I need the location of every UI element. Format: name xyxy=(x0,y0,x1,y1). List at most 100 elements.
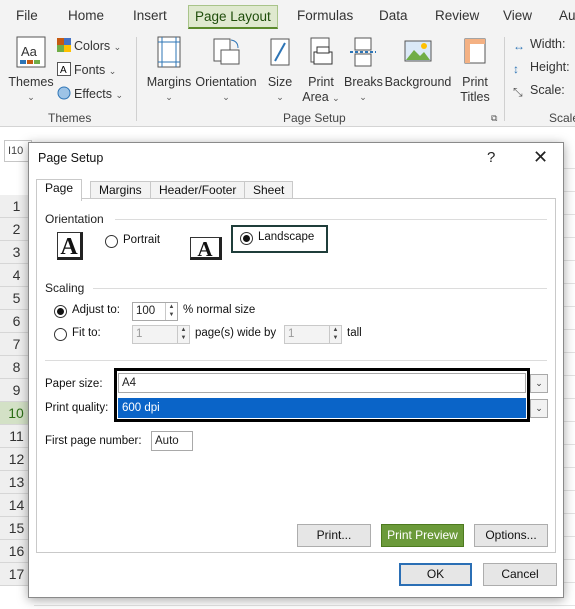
themes-icon: Aa xyxy=(16,36,46,68)
size-label: Size xyxy=(267,75,293,89)
svg-text:A: A xyxy=(60,65,67,76)
ok-button[interactable]: OK xyxy=(399,563,472,586)
chevron-down-icon[interactable]: ⌄ xyxy=(530,399,548,418)
print-button[interactable]: Print... xyxy=(297,524,371,547)
landscape-page-icon: A xyxy=(190,237,222,261)
orientation-label: Orientation xyxy=(195,75,257,89)
size-button[interactable]: Size ⌄ xyxy=(264,36,296,105)
themes-group-label: Themes xyxy=(48,111,92,125)
height-label: Height: xyxy=(530,60,570,74)
chevron-down-icon: ⌄ xyxy=(115,90,124,100)
fit-tall-value: 1 xyxy=(288,328,295,340)
portrait-radio[interactable] xyxy=(105,235,118,248)
landscape-radio[interactable] xyxy=(240,232,253,245)
tab-data[interactable]: Data xyxy=(373,5,414,29)
scale-icon: ⤡ xyxy=(513,85,523,99)
print-area-button[interactable]: Print Area ⌄ xyxy=(300,36,342,106)
landscape-label[interactable]: Landscape xyxy=(258,231,314,243)
themes-button[interactable]: Aa Themes ⌄ xyxy=(8,36,54,105)
pages-wide-label: page(s) wide by xyxy=(195,327,277,339)
paper-quality-highlight xyxy=(114,368,530,422)
print-area-label-1: Print xyxy=(308,75,334,89)
portrait-page-icon: A xyxy=(57,232,83,260)
scale-control[interactable]: ⤡ Scale: xyxy=(513,80,565,100)
fit-wide-stepper[interactable]: 1 ▲ ▼ xyxy=(132,325,190,344)
chevron-down-icon: ⌄ xyxy=(113,42,122,52)
dialog-launcher-icon[interactable]: ⧉ xyxy=(491,113,497,124)
group-separator xyxy=(136,37,137,121)
breaks-icon xyxy=(350,37,376,67)
divider xyxy=(45,360,547,361)
first-page-number-label: First page number: xyxy=(45,435,142,447)
tab-review[interactable]: Review xyxy=(429,5,485,29)
adjust-to-radio[interactable] xyxy=(54,305,67,318)
dialog-title: Page Setup xyxy=(38,151,104,165)
orientation-section-label: Orientation xyxy=(45,212,104,226)
scale-label: Scale: xyxy=(530,83,565,97)
width-icon: ↔ xyxy=(513,39,525,53)
chevron-down-icon: ⌄ xyxy=(276,92,284,102)
orientation-button[interactable]: Orientation ⌄ xyxy=(194,36,258,105)
print-area-icon xyxy=(310,37,333,65)
chevron-down-icon[interactable]: ⌄ xyxy=(530,374,548,393)
fonts-icon: A xyxy=(57,62,71,76)
divider xyxy=(115,219,547,220)
spin-arrows-icon[interactable]: ▲ ▼ xyxy=(165,303,177,320)
fit-to-radio[interactable] xyxy=(54,328,67,341)
background-label: Background xyxy=(384,75,452,89)
tab-file[interactable]: File xyxy=(10,5,44,29)
chevron-down-icon: ⌄ xyxy=(165,92,173,102)
ribbon-tab-bar: File Home Insert Page Layout Formulas Da… xyxy=(0,0,575,31)
first-page-number-input[interactable]: Auto xyxy=(151,431,193,451)
tab-automate[interactable]: Au xyxy=(553,5,575,29)
page-tab-panel: Orientation A Portrait A Landscape Scali… xyxy=(36,198,556,553)
options-button[interactable]: Options... xyxy=(474,524,548,547)
portrait-label[interactable]: Portrait xyxy=(123,234,160,246)
page-setup-dialog: Page Setup ? ✕ Page Margins Header/Foote… xyxy=(28,142,564,598)
print-preview-button[interactable]: Print Preview xyxy=(381,524,464,547)
margins-label: Margins xyxy=(146,75,192,89)
page-setup-group-label: Page Setup xyxy=(283,111,346,125)
help-icon[interactable]: ? xyxy=(487,149,495,166)
spin-arrows-icon[interactable]: ▲ ▼ xyxy=(177,326,189,343)
colors-label: Colors xyxy=(74,39,111,53)
chevron-down-icon: ⌄ xyxy=(359,92,367,102)
themes-label: Themes xyxy=(8,75,54,89)
effects-button[interactable]: Effects ⌄ xyxy=(57,84,123,104)
print-area-label-2: Area xyxy=(302,90,329,104)
fonts-button[interactable]: A Fonts ⌄ xyxy=(57,60,116,80)
background-icon xyxy=(404,40,432,62)
tab-page[interactable]: Page xyxy=(36,179,83,201)
adjust-to-stepper[interactable]: 100 ▲ ▼ xyxy=(132,302,178,321)
colors-button[interactable]: Colors ⌄ xyxy=(57,36,121,56)
height-control[interactable]: ↕ Height: xyxy=(513,57,570,77)
print-titles-label-2: Titles xyxy=(460,90,490,104)
tab-view[interactable]: View xyxy=(497,5,538,29)
effects-icon xyxy=(57,86,71,100)
breaks-label: Breaks xyxy=(344,75,383,89)
tab-page-layout[interactable]: Page Layout xyxy=(188,5,278,29)
fit-tall-stepper[interactable]: 1 ▲ ▼ xyxy=(284,325,342,344)
print-titles-button[interactable]: Print Titles xyxy=(455,36,495,105)
size-icon xyxy=(270,38,290,66)
spin-arrows-icon[interactable]: ▲ ▼ xyxy=(329,326,341,343)
width-control[interactable]: ↔ Width: xyxy=(513,34,565,54)
chevron-down-icon: ⌄ xyxy=(222,92,230,102)
fit-to-label[interactable]: Fit to: xyxy=(72,327,101,339)
svg-text:Aa: Aa xyxy=(21,44,38,59)
background-button[interactable]: Background xyxy=(384,36,452,90)
scaling-section-label: Scaling xyxy=(45,281,85,295)
close-icon[interactable]: ✕ xyxy=(533,147,548,168)
margins-button[interactable]: Margins ⌄ xyxy=(146,36,192,105)
fit-wide-value: 1 xyxy=(136,328,143,340)
tab-formulas[interactable]: Formulas xyxy=(291,5,359,29)
cancel-button[interactable]: Cancel xyxy=(483,563,557,586)
tab-insert[interactable]: Insert xyxy=(127,5,173,29)
tab-home[interactable]: Home xyxy=(62,5,110,29)
print-titles-label-1: Print xyxy=(462,75,488,89)
breaks-button[interactable]: Breaks ⌄ xyxy=(344,36,383,105)
print-quality-label: Print quality: xyxy=(45,402,109,414)
chevron-down-icon: ⌄ xyxy=(108,66,117,76)
fonts-label: Fonts xyxy=(74,63,106,77)
adjust-to-label[interactable]: Adjust to: xyxy=(72,304,120,316)
